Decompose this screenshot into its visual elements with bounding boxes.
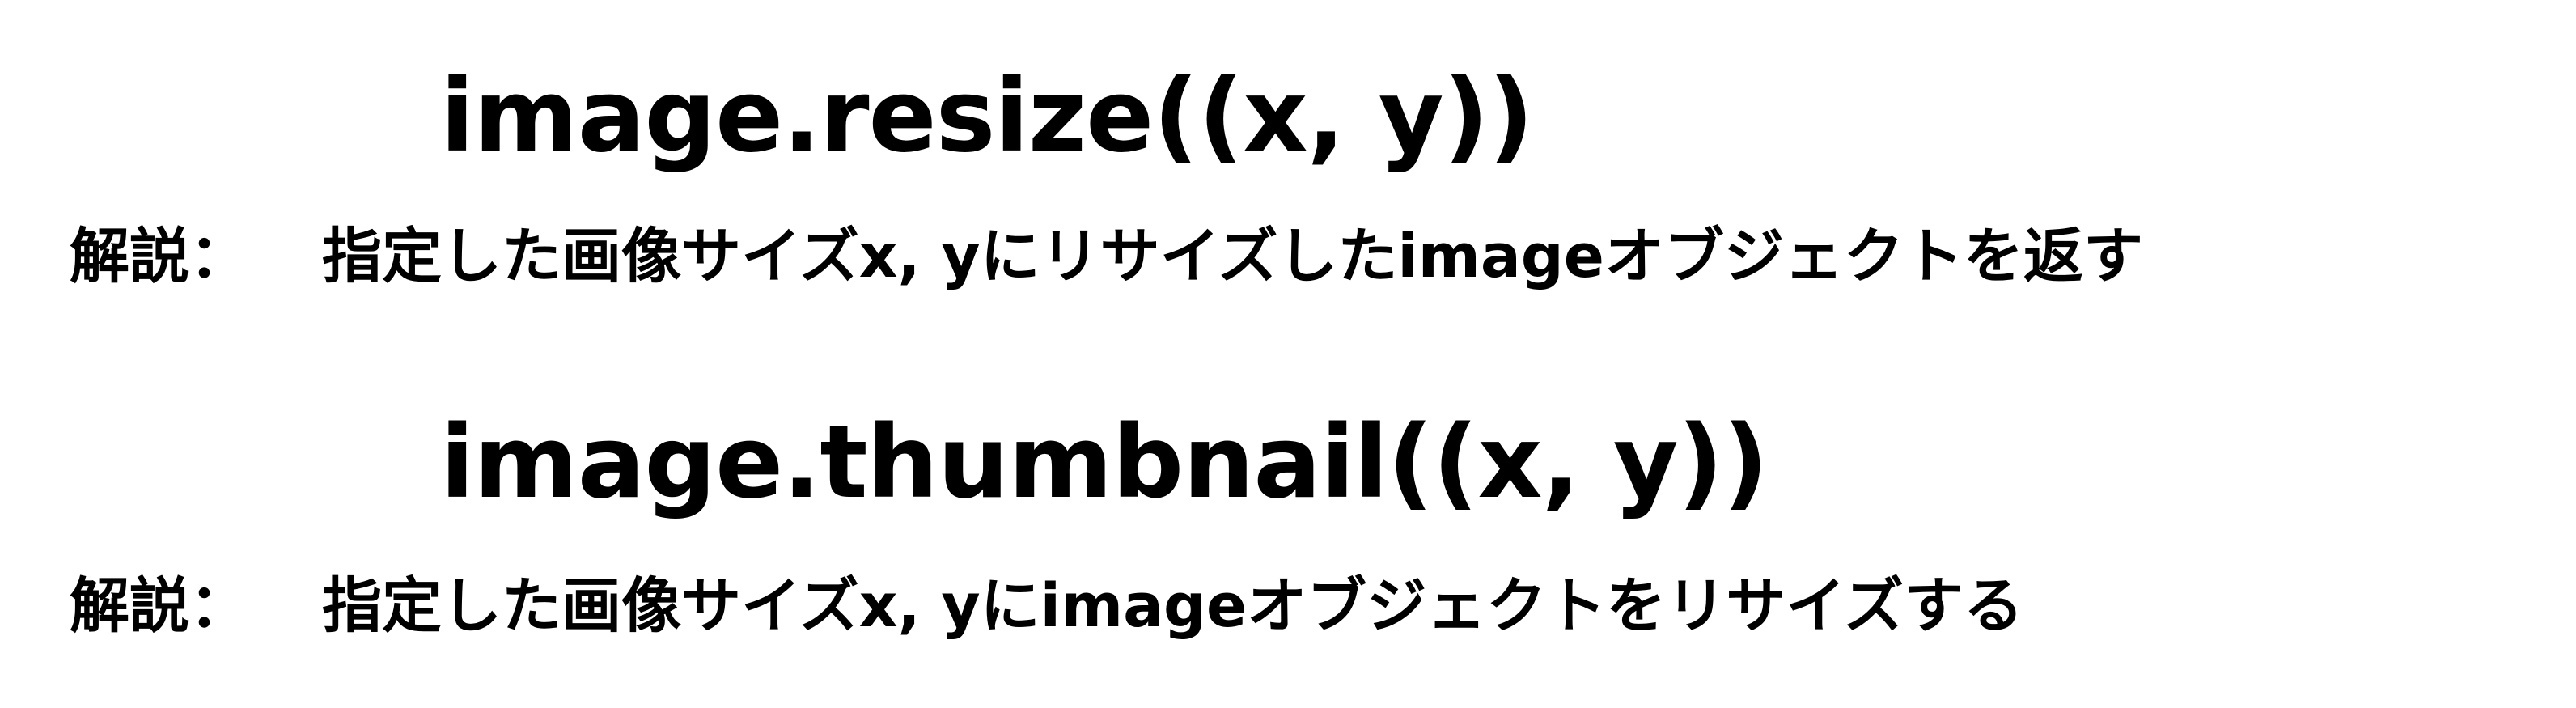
- thumbnail-method-signature: image.thumbnail((x, y)): [440, 405, 1769, 521]
- thumbnail-description-text: 指定した画像サイズx, yにimageオブジェクトをリサイズする: [322, 571, 2023, 641]
- resize-description-label: 解説：: [70, 222, 249, 291]
- resize-description-text: 指定した画像サイズx, yにリサイズしたimageオブジェクトを返す: [322, 222, 2143, 291]
- thumbnail-description-label: 解説：: [70, 571, 249, 641]
- resize-method-signature: image.resize((x, y)): [440, 58, 1534, 175]
- thumbnail-description-row: 解説： 指定した画像サイズx, yにimageオブジェクトをリサイズする: [70, 576, 2023, 636]
- resize-description-row: 解説： 指定した画像サイズx, yにリサイズしたimageオブジェクトを返す: [70, 227, 2143, 286]
